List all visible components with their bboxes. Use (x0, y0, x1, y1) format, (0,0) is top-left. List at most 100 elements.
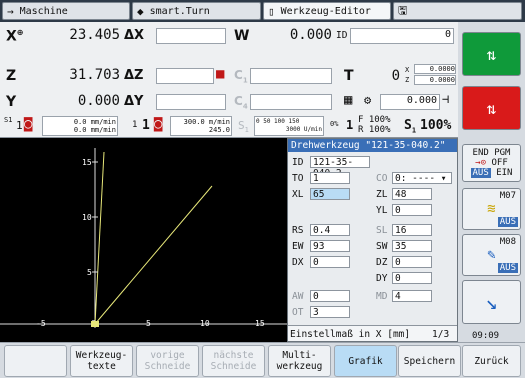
tool-dialog: Drehwerkzeug "121-35-040.2" ID 121-35-04… (287, 138, 458, 342)
softkey-naechste-schneide[interactable]: nächste Schneide (202, 345, 265, 377)
rs-input[interactable]: 0.4 (310, 224, 350, 236)
m07-label: M07 (499, 191, 516, 201)
coolant-icon-2: ✎ (487, 247, 496, 263)
tool-edge-line (94, 151, 105, 325)
sl-label: SL (376, 225, 388, 236)
co-select[interactable]: 0: ---- ▾ (392, 172, 452, 184)
tab-save[interactable]: 🖫 (393, 2, 522, 20)
dz-label: DZ (376, 257, 388, 268)
delta-z-field (156, 68, 214, 84)
spindle-stop-icon-2: ◙ (154, 116, 163, 132)
end-pgm-label: END PGM (472, 148, 511, 158)
end-pgm-button[interactable]: END PGM →⊙ OFF AUS EIN (462, 144, 521, 182)
m07-button[interactable]: M07 ≋ AUS (462, 188, 521, 230)
tool-z-label: Z (405, 76, 410, 84)
feed-override-label: F (358, 115, 364, 125)
feed-override: 100% (368, 115, 391, 125)
dy-input[interactable]: 0 (392, 272, 432, 284)
to-label: TO (292, 173, 304, 184)
feed-nominal: 0.0 mm/min (73, 126, 116, 134)
yl-input[interactable]: 0 (392, 204, 432, 216)
rpm-gauge: 0 50 100 150 3000 U/min (254, 116, 324, 136)
m07-state: AUS (497, 217, 518, 227)
cycle-start-button[interactable]: ⇅ (462, 32, 521, 76)
aw-input[interactable]: 0 (310, 290, 350, 302)
arrow-right-icon: → (7, 4, 14, 18)
xl-input[interactable]: 65 (310, 188, 350, 200)
spindle-stop-icon: ◙ (24, 116, 33, 132)
s-label: S1 (238, 119, 249, 135)
md-input[interactable]: 4 (392, 290, 432, 302)
spindle-override: 100% (420, 118, 452, 133)
zl-input[interactable]: 48 (392, 188, 432, 200)
tab-label: Werkzeug-Editor (280, 5, 371, 17)
sw-input[interactable]: 35 (392, 240, 432, 252)
z-position: 31.703 (69, 67, 120, 83)
m08-label: M08 (499, 237, 516, 247)
x-position: 23.405 (69, 27, 120, 43)
extra-value-field: 0.000 (380, 94, 440, 110)
diagonal-arrow-icon: ↘ (485, 290, 498, 314)
right-sidebar: ⇅ ⇅ END PGM →⊙ OFF AUS EIN M07 ≋ AUS M08… (458, 22, 525, 347)
delta-y-field (156, 94, 226, 110)
y-axis-label: Y (6, 94, 17, 110)
c1-field (250, 68, 332, 84)
softkey-zurueck[interactable]: Zurück (462, 345, 521, 377)
co-label: CO (376, 173, 388, 184)
dx-label: DX (292, 257, 304, 268)
tab-werkzeug-editor[interactable]: ▯ Werkzeug-Editor (263, 2, 391, 20)
softkey-empty[interactable] (4, 345, 67, 377)
m08-button[interactable]: M08 ✎ AUS (462, 234, 521, 276)
jog-button[interactable]: ↘ (462, 280, 521, 324)
dz-input[interactable]: 0 (392, 256, 432, 268)
end-pgm-aus: AUS (470, 168, 491, 178)
delta-x-field (156, 28, 226, 44)
position-display: X⊕ 23.405 ΔX W 0.000 ID 0 Z 31.703 ΔZ ■ … (0, 22, 458, 138)
md-label: MD (376, 291, 388, 302)
ew-label: EW (292, 241, 304, 252)
ew-input[interactable]: 93 (310, 240, 350, 252)
delta-y-label: ΔY (124, 94, 144, 109)
cycle-stop-icon: ⇅ (486, 98, 497, 118)
y-position: 0.000 (77, 93, 120, 109)
x-tick-label: 10 (200, 319, 210, 328)
spindle-one: 1 (142, 118, 150, 133)
dx-input[interactable]: 0 (310, 256, 350, 268)
softkey-grafik[interactable]: Grafik (334, 345, 397, 377)
m08-state: AUS (497, 263, 518, 273)
softkey-werkzeug-texte[interactable]: Werkzeug- texte (70, 345, 133, 377)
cycle-start-icon: ⇅ (486, 44, 497, 64)
tool-collision-icon: ■ (216, 66, 225, 82)
id-label: ID (336, 30, 348, 41)
feed-display: 0.0 mm/min 0.0 mm/min (42, 116, 118, 136)
x-tick-label: 5 (146, 319, 151, 328)
sl-input[interactable]: 16 (392, 224, 432, 236)
rapid-override-label: R (358, 125, 364, 135)
cycle-stop-button[interactable]: ⇅ (462, 86, 521, 130)
ot-input[interactable]: 3 (310, 306, 350, 318)
tab-maschine[interactable]: → Maschine (2, 2, 130, 20)
ot-label: OT (292, 307, 304, 318)
hint-text: Einstellmaß in X [mm] (290, 329, 411, 340)
tool-z-offset: 0.0000 (414, 75, 456, 85)
tab-smart-turn[interactable]: ◆ smart.Turn (132, 2, 261, 20)
id-field: 0 (350, 28, 454, 44)
w-position: 0.000 (289, 27, 332, 43)
softkey-vorige-schneide[interactable]: vorige Schneide (136, 345, 199, 377)
coolant-icon: ≋ (487, 201, 496, 217)
softkey-speichern[interactable]: Speichern (398, 345, 461, 377)
end-pgm-ein: EIN (496, 168, 513, 178)
tool-tip-marker (91, 321, 99, 327)
tool-holder-icon: ▦ (344, 92, 353, 108)
tool-edge-line (94, 185, 213, 325)
end-pgm-off: →⊙ OFF (475, 158, 508, 168)
to-input[interactable]: 1 (310, 172, 350, 184)
softkey-multiwerkzeug[interactable]: Multi- werkzeug (268, 345, 331, 377)
id-input[interactable]: 121-35-040.2 (310, 156, 370, 179)
softkey-bar: Werkzeug- texte vorige Schneide nächste … (0, 342, 525, 378)
delta-x-label: ΔX (124, 28, 145, 43)
rapid-override: 100% (368, 125, 391, 135)
tool-graphic: 15 10 5 -5 0 5 10 15 (0, 138, 287, 342)
workpiece-icon: ⊣ (442, 92, 450, 106)
override-display: F 100% R 100% (358, 115, 391, 135)
